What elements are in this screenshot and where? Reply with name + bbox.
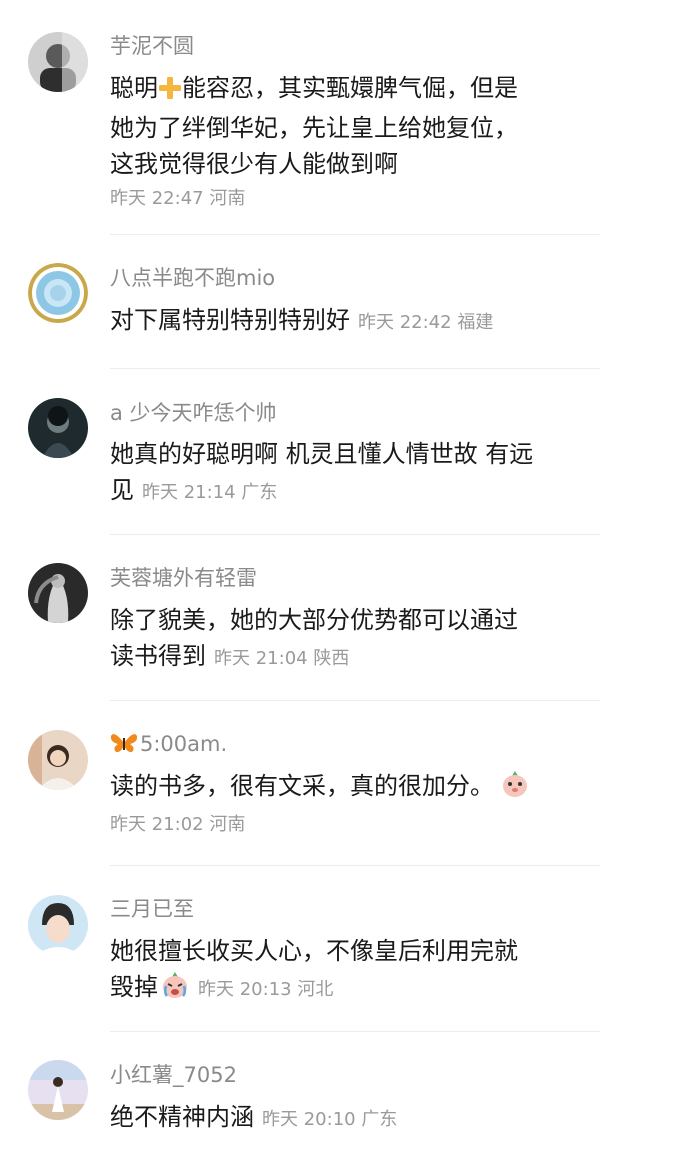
username[interactable]: 小红薯_7052	[110, 1062, 237, 1088]
divider	[110, 534, 600, 535]
comment-text: 她很擅长收买人心，不像皇后利用完就 毁掉 昨天 20:13 河北	[110, 933, 610, 1009]
divider	[110, 234, 600, 235]
plus-emoji-icon	[158, 74, 182, 110]
avatar[interactable]	[28, 263, 88, 323]
comment-meta: 昨天 21:04 陕西	[214, 648, 350, 669]
comment-text: 对下属特别特别特别好 昨天 22:42 福建	[110, 306, 494, 334]
avatar[interactable]	[28, 398, 88, 458]
username[interactable]: 芙蓉塘外有轻雷	[110, 565, 257, 591]
username[interactable]: a 少今天咋恁个帅	[110, 400, 277, 426]
butterfly-icon	[110, 732, 138, 760]
comment-text: 除了貌美，她的大部分优势都可以通过 读书得到 昨天 21:04 陕西	[110, 606, 518, 670]
comment-meta: 昨天 20:13 河北	[198, 979, 334, 1000]
divider	[110, 368, 600, 369]
avatar[interactable]	[28, 1060, 88, 1120]
username[interactable]: 芋泥不圆	[110, 33, 194, 59]
comment-meta: 昨天 21:14 广东	[142, 482, 278, 503]
comment-meta: 昨天 22:42 福建	[358, 312, 494, 333]
divider	[110, 700, 600, 701]
comment-text: 读的书多，很有文采，真的很加分。 昨天 21:02 河南	[110, 768, 610, 838]
username[interactable]: 三月已至	[110, 896, 194, 922]
comment-meta: 昨天 22:47 河南	[110, 188, 246, 209]
comment-text: 聪明 能容忍，其实甄嬛脾气倔，但是 她为了绊倒华妃，先让皇上给她复位， 这我觉得很…	[110, 70, 610, 212]
divider	[110, 1031, 600, 1032]
avatar[interactable]	[28, 895, 88, 955]
comment-meta: 昨天 20:10 广东	[262, 1109, 398, 1130]
crying-face-emoji-icon	[160, 969, 190, 1009]
avatar[interactable]	[28, 32, 88, 92]
avatar[interactable]	[28, 730, 88, 790]
avatar[interactable]	[28, 563, 88, 623]
comment-text: 她真的好聪明啊 机灵且懂人情世故 有远 见昨天 21:14 广东	[110, 440, 534, 504]
comment-meta: 昨天 21:02 河南	[110, 814, 246, 835]
comment-text: 绝不精神内涵 昨天 20:10 广东	[110, 1103, 398, 1131]
username[interactable]: 八点半跑不跑mio	[110, 265, 275, 291]
peach-face-emoji-icon	[500, 768, 530, 808]
divider	[110, 865, 600, 866]
username[interactable]: 5:00am.	[110, 731, 227, 760]
